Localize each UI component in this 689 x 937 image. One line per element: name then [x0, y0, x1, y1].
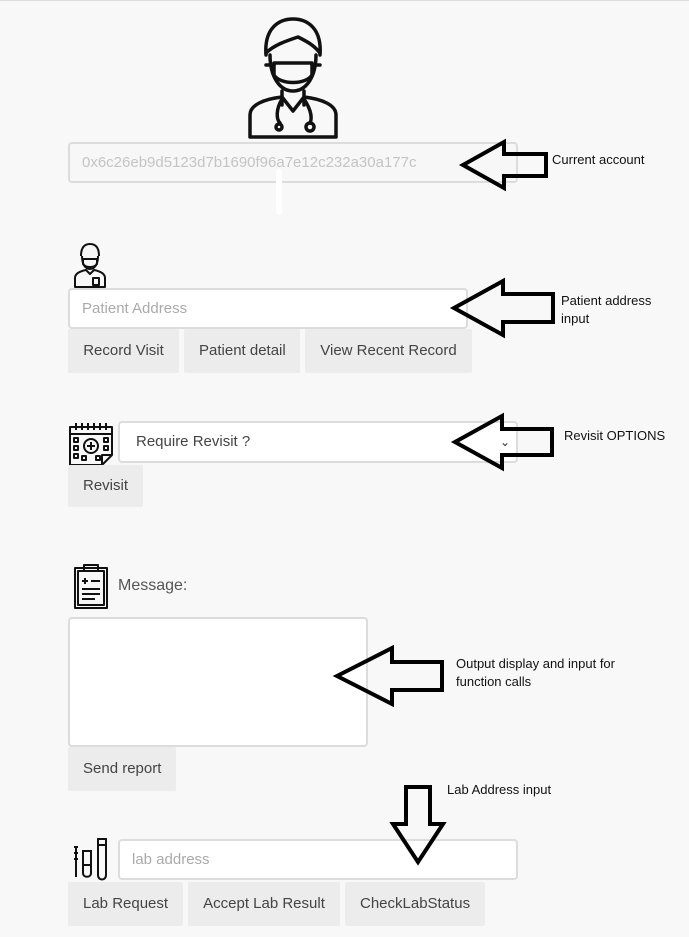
message-label: Message:	[118, 577, 188, 594]
divider-marker	[276, 169, 282, 215]
patient-address-input[interactable]	[68, 288, 468, 329]
annotation-revisit-options: Revisit OPTIONS	[564, 428, 666, 443]
arrow-current-account-icon	[458, 138, 548, 192]
revisit-button[interactable]: Revisit	[68, 465, 143, 507]
annotation-patient-input: Patient address input	[561, 293, 652, 326]
annotation-current-account: Current account	[552, 152, 645, 167]
doctor-avatar-icon	[248, 17, 338, 139]
view-recent-record-button[interactable]: View Recent Record	[305, 329, 472, 373]
arrow-patient-input-icon	[449, 277, 555, 339]
calendar-icon	[69, 423, 113, 466]
lab-tools-icon	[74, 838, 107, 881]
lab-request-button[interactable]: Lab Request	[68, 882, 183, 926]
arrow-output-display-icon	[332, 644, 444, 708]
arrow-revisit-options-icon	[450, 412, 554, 472]
check-lab-status-button[interactable]: CheckLabStatus	[345, 882, 485, 926]
lab-address-input[interactable]	[118, 839, 518, 880]
annotation-output-display: Output display and input for function ca…	[456, 656, 615, 689]
send-report-button[interactable]: Send report	[68, 747, 176, 791]
clipboard-icon	[74, 564, 108, 609]
record-visit-button[interactable]: Record Visit	[68, 329, 179, 373]
arrow-lab-input-icon	[389, 785, 447, 866]
patient-detail-button[interactable]: Patient detail	[184, 329, 300, 373]
annotation-lab-input: Lab Address input	[447, 782, 552, 797]
message-textarea[interactable]	[68, 617, 368, 747]
patient-icon	[74, 243, 106, 288]
accept-lab-result-button[interactable]: Accept Lab Result	[188, 882, 340, 926]
revisit-selected-value: Require Revisit ?	[136, 433, 251, 450]
current-account-input[interactable]	[68, 142, 518, 183]
